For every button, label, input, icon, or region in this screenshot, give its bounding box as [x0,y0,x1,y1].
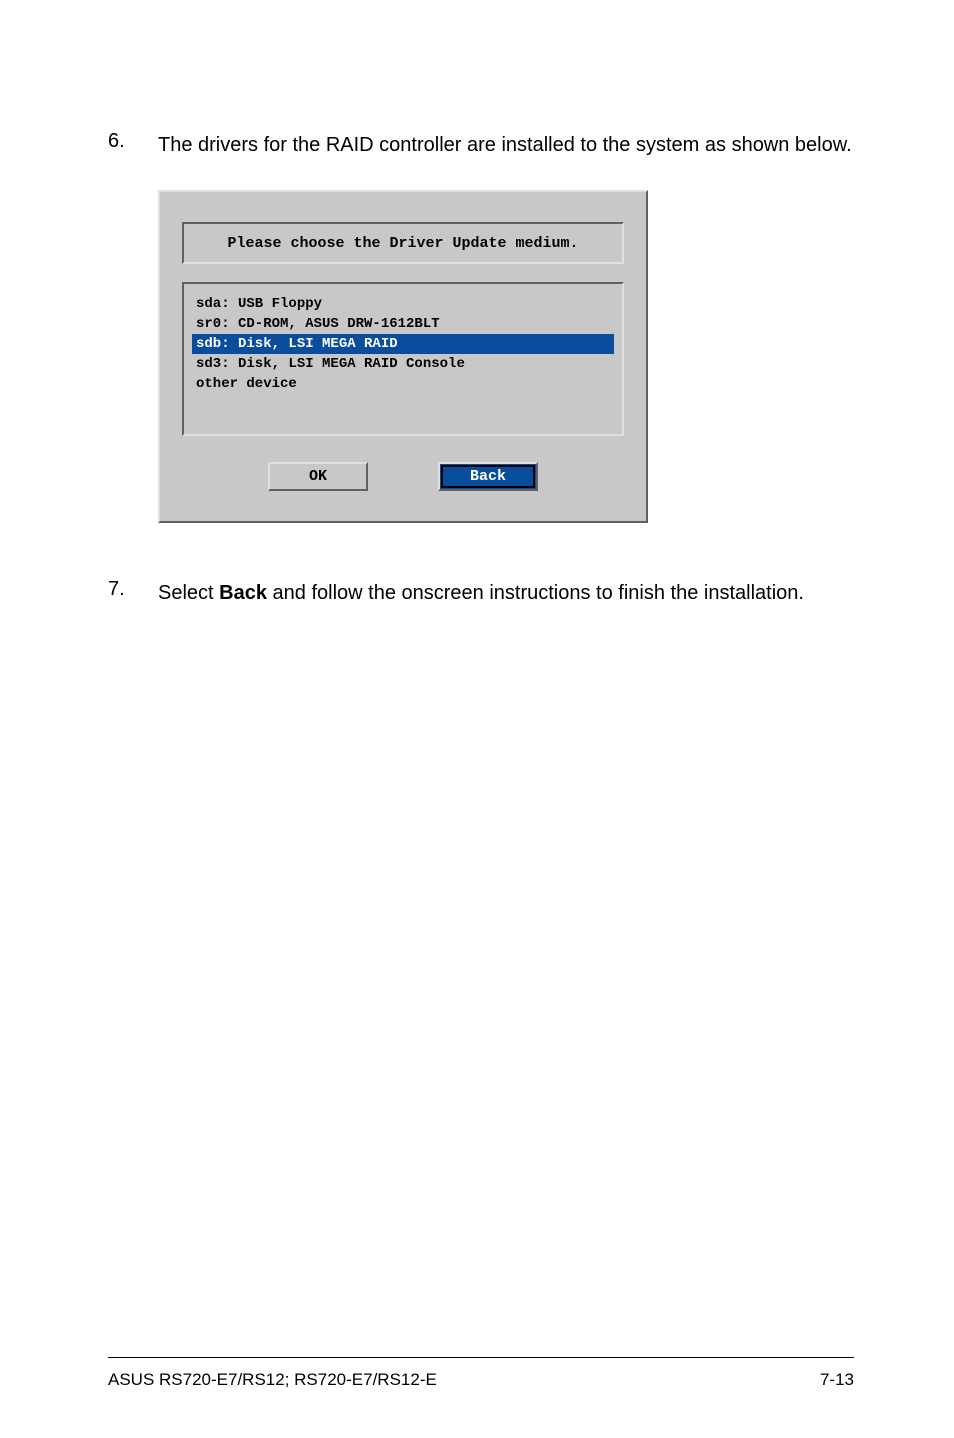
list-item[interactable]: other device [192,374,614,394]
step-7: 7. Select Back and follow the onscreen i… [108,578,854,608]
step-7-number: 7. [108,578,158,608]
step-7-text: Select Back and follow the onscreen inst… [158,578,854,608]
page-footer: ASUS RS720-E7/RS12; RS720-E7/RS12-E 7-13 [108,1357,854,1390]
list-item[interactable]: sd3: Disk, LSI MEGA RAID Console [192,354,614,374]
step-6-number: 6. [108,130,158,160]
list-item-selected[interactable]: sdb: Disk, LSI MEGA RAID [192,334,614,354]
dialog-screenshot: Please choose the Driver Update medium. … [158,190,854,523]
dialog-title-box: Please choose the Driver Update medium. [182,222,624,264]
step-7-after: and follow the onscreen instructions to … [267,582,804,604]
step-7-bold: Back [219,582,267,604]
ok-button[interactable]: OK [268,462,368,491]
step-6: 6. The drivers for the RAID controller a… [108,130,854,160]
dialog-title: Please choose the Driver Update medium. [227,235,578,252]
device-list[interactable]: sda: USB Floppy sr0: CD-ROM, ASUS DRW-16… [182,282,624,436]
button-row: OK Back [182,454,624,499]
driver-update-dialog: Please choose the Driver Update medium. … [158,190,648,523]
list-item[interactable]: sda: USB Floppy [192,294,614,314]
back-button[interactable]: Back [438,462,538,491]
step-6-text: The drivers for the RAID controller are … [158,130,854,160]
footer-product: ASUS RS720-E7/RS12; RS720-E7/RS12-E [108,1370,437,1390]
footer-page-number: 7-13 [820,1370,854,1390]
list-item[interactable]: sr0: CD-ROM, ASUS DRW-1612BLT [192,314,614,334]
step-7-before: Select [158,582,219,604]
